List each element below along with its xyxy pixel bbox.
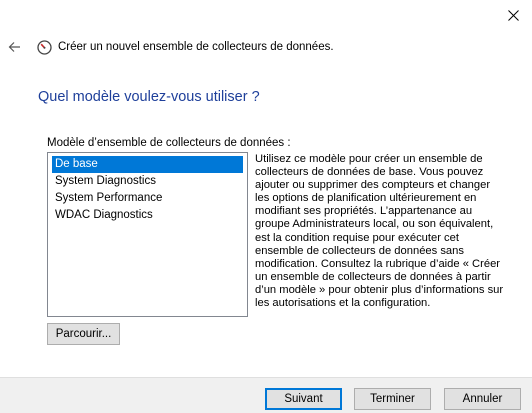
page-heading: Quel modèle voulez-vous utiliser ? <box>38 89 260 105</box>
cancel-button[interactable]: Annuler <box>444 388 521 410</box>
wizard-title: Créer un nouvel ensemble de collecteurs … <box>58 41 334 53</box>
back-arrow-icon <box>8 42 20 52</box>
wizard-header: Créer un nouvel ensemble de collecteurs … <box>8 36 522 58</box>
browse-button[interactable]: Parcourir... <box>47 323 120 345</box>
template-list-label: Modèle d’ensemble de collecteurs de donn… <box>47 137 291 149</box>
performance-monitor-icon <box>37 39 52 55</box>
list-item[interactable]: De base <box>52 156 243 173</box>
close-icon <box>507 9 519 21</box>
template-listbox[interactable]: De base System Diagnostics System Perfor… <box>47 152 248 317</box>
list-item[interactable]: System Diagnostics <box>52 173 243 190</box>
list-item[interactable]: System Performance <box>52 190 243 207</box>
template-description: Utilisez ce modèle pour créer un ensembl… <box>255 153 504 310</box>
wizard-footer: Suivant Terminer Annuler <box>0 377 532 413</box>
close-button[interactable] <box>502 4 524 26</box>
finish-button[interactable]: Terminer <box>354 388 431 410</box>
next-button[interactable]: Suivant <box>265 388 342 410</box>
back-button[interactable] <box>8 40 22 54</box>
list-item[interactable]: WDAC Diagnostics <box>52 207 243 224</box>
